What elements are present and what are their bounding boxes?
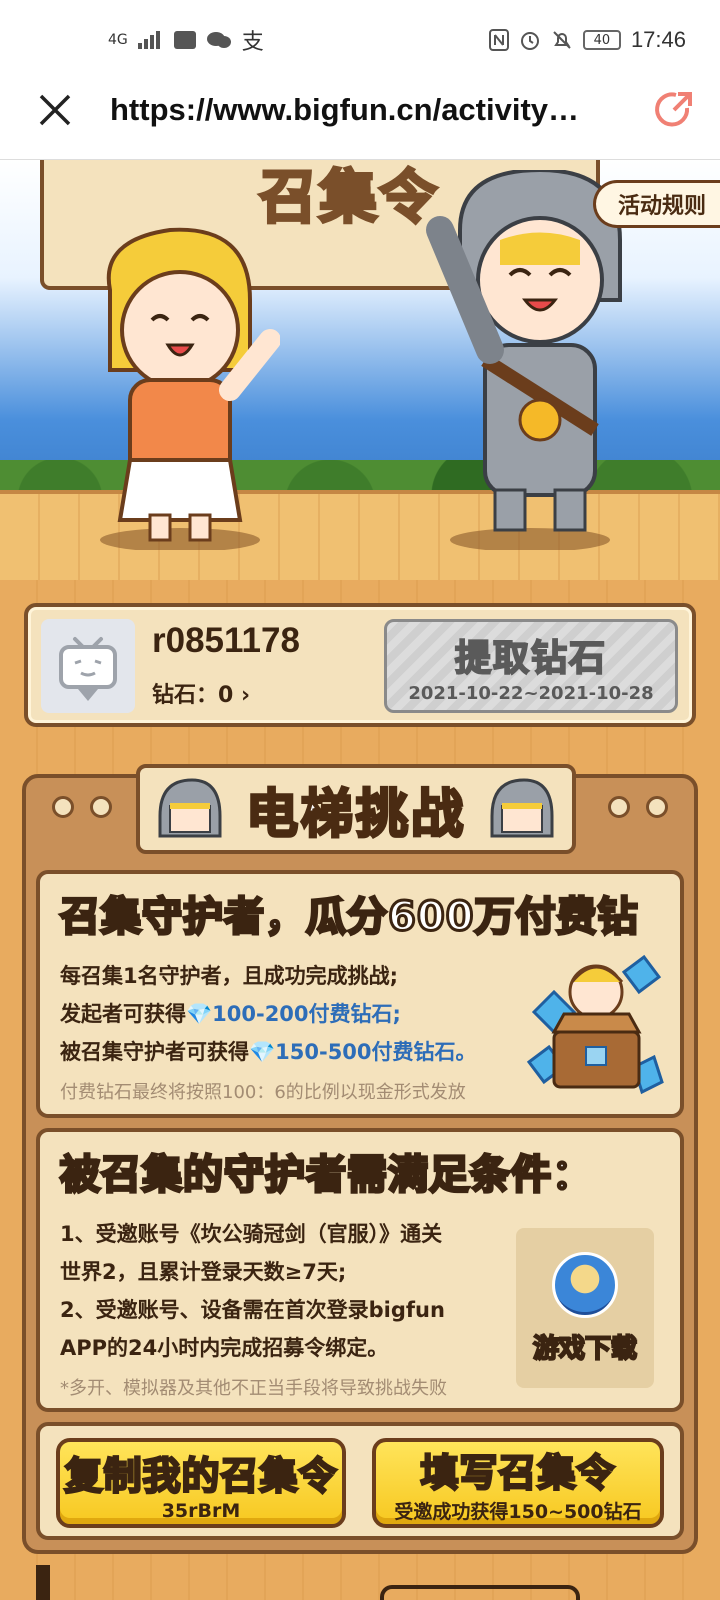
rivet <box>52 796 74 818</box>
battery-indicator: 40 <box>582 30 621 50</box>
status-right: 40 17:46 <box>488 27 686 53</box>
status-left: 4G 支 <box>108 24 264 56</box>
condition-line-3: 2、受邀账号、设备需在首次登录bigfun <box>60 1298 445 1322</box>
wechat-icon <box>206 30 232 50</box>
conditions-section: 被召集的守护者需满足条件： 1、受邀账号《坎公骑冠剑（官服）》通关 世界2，且累… <box>36 1128 684 1412</box>
invite-actions: 复制我的召集令 35rBrM 填写召集令 受邀成功获得150~500钻石 <box>36 1422 684 1540</box>
conditions-heading: 被召集的守护者需满足条件： <box>59 1151 594 1200</box>
network-signal-icon: 4G <box>108 32 128 48</box>
withdraw-date-range: 2021-10-22~2021-10-28 <box>408 682 654 704</box>
share-icon[interactable] <box>628 60 720 160</box>
rivet <box>646 796 668 818</box>
panel-rivets-right <box>608 796 668 818</box>
knight-helmet-icon <box>490 778 554 838</box>
invite-code: 35rBrM <box>161 1499 241 1522</box>
reward-line-2-gems: 💎100-200付费钻石; <box>186 1002 401 1026</box>
url-address[interactable]: https://www.bigfun.cn/activity… <box>110 92 628 128</box>
game-app-icon <box>552 1251 618 1318</box>
reward-line-2-prefix: 发起者可获得 <box>60 1002 186 1026</box>
clock: 17:46 <box>630 27 686 52</box>
huawei-app-icon <box>173 31 196 49</box>
browser-toolbar: https://www.bigfun.cn/activity… <box>0 60 720 160</box>
activity-rules-button[interactable]: 活动规则 <box>592 180 720 228</box>
reward-heading: 召集守护者，瓜分600万付费钻 <box>59 893 639 942</box>
condition-line-1: 1、受邀账号《坎公骑冠剑（官服）》通关 <box>60 1222 443 1246</box>
conditions-note: *多开、模拟器及其他不正当手段将导致挑战失败 <box>60 1378 447 1399</box>
treasure-chest-illustration <box>526 954 664 1095</box>
activity-page: 召集令 活动规则 r0851178 钻石：0 › 提取钻石 2021-10-22… <box>0 160 720 1600</box>
board-edge-decoration <box>380 1585 580 1600</box>
condition-line-2: 世界2，且累计登录天数≥7天; <box>60 1260 347 1284</box>
withdraw-title: 提取钻石 <box>454 637 607 680</box>
fill-button-title: 填写召集令 <box>419 1450 616 1497</box>
panel-title-plate: 电梯挑战 <box>136 764 576 854</box>
rivet <box>608 796 630 818</box>
username: r0851178 <box>152 621 300 660</box>
copy-invite-code-button[interactable]: 复制我的召集令 35rBrM <box>56 1438 346 1528</box>
hero-scene: 召集令 活动规则 <box>0 160 720 600</box>
avatar[interactable] <box>41 619 135 713</box>
game-download-button[interactable]: 游戏下载 <box>516 1228 654 1388</box>
game-download-label: 游戏下载 <box>532 1333 638 1365</box>
user-card: r0851178 钻石：0 › 提取钻石 2021-10-22~2021-10-… <box>24 603 696 727</box>
panel-rivets-left <box>52 796 112 818</box>
alarm-icon <box>519 29 541 51</box>
elevator-challenge-panel: 电梯挑战 召集守护者，瓜分600万付费钻 每召集1名守护者，且成功完成挑战; 发… <box>22 764 698 1554</box>
enter-invite-code-button[interactable]: 填写召集令 受邀成功获得150~500钻石 <box>372 1438 664 1528</box>
reward-line-2: 发起者可获得💎100-200付费钻石; <box>60 998 401 1028</box>
withdraw-diamonds-button[interactable]: 提取钻石 2021-10-22~2021-10-28 <box>384 619 678 713</box>
reward-section: 召集守护者，瓜分600万付费钻 每召集1名守护者，且成功完成挑战; 发起者可获得… <box>36 870 684 1118</box>
rivet <box>90 796 112 818</box>
bilibili-tv-icon <box>59 637 117 701</box>
reward-line-1: 每召集1名守护者，且成功完成挑战; <box>60 964 399 988</box>
knight-helmet-icon <box>158 778 222 838</box>
condition-line-4: APP的24小时内完成招募令绑定。 <box>60 1336 389 1360</box>
reward-line-3-prefix: 被召集守护者可获得 <box>60 1040 249 1064</box>
reward-line-3-gems: 💎150-500付费钻石。 <box>249 1040 477 1064</box>
reward-line-3: 被召集守护者可获得💎150-500付费钻石。 <box>60 1036 477 1066</box>
mute-icon <box>551 29 573 51</box>
diamond-balance-link[interactable]: 钻石：0 › <box>152 677 250 709</box>
copy-button-title: 复制我的召集令 <box>63 1452 338 1499</box>
signal-bars-icon <box>137 31 164 49</box>
close-icon[interactable] <box>0 60 110 160</box>
girl-character-illustration <box>100 227 280 550</box>
reward-note: 付费钻石最终将按照100：6的比例以现金形式发放 <box>60 1082 466 1103</box>
nfc-icon <box>488 29 509 51</box>
panel-title: 电梯挑战 <box>244 783 466 846</box>
alipay-icon: 支 <box>241 30 264 55</box>
fill-button-subtitle: 受邀成功获得150~500钻石 <box>394 1501 642 1523</box>
board-edge-decoration <box>36 1565 50 1600</box>
